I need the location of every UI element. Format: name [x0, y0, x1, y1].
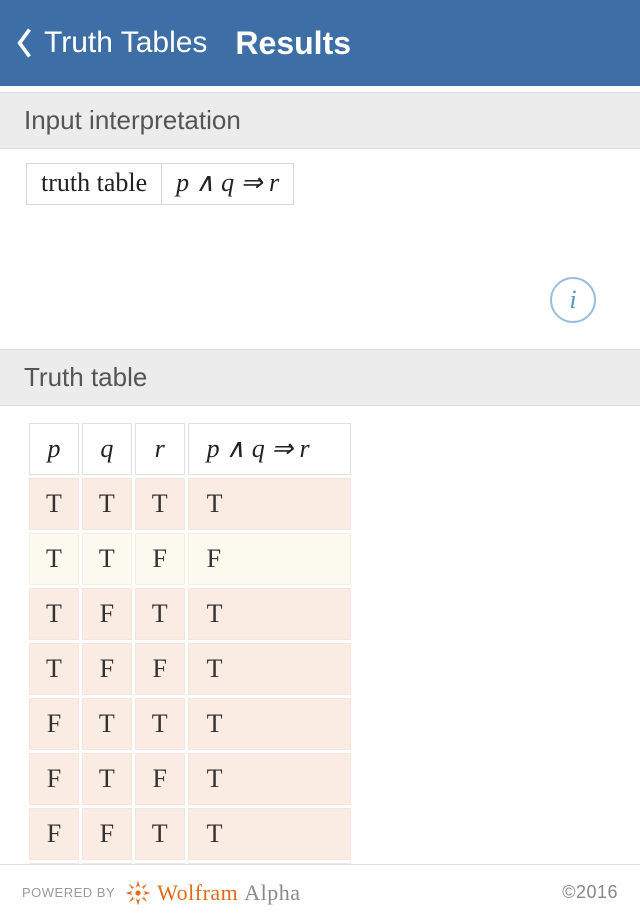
- wolfram-alpha-brand[interactable]: WolframAlpha: [125, 880, 300, 906]
- table-row: TTTT: [29, 478, 351, 530]
- table-cell: F: [82, 643, 132, 695]
- back-button-label[interactable]: Truth Tables: [44, 26, 207, 60]
- table-cell: T: [29, 588, 79, 640]
- table-cell: T: [188, 808, 351, 860]
- table-cell: T: [188, 478, 351, 530]
- page-title: Results: [235, 25, 351, 62]
- navbar: Truth Tables Results: [0, 0, 640, 86]
- table-cell: T: [188, 753, 351, 805]
- table-row: FTFT: [29, 753, 351, 805]
- col-header-p: p: [29, 423, 79, 475]
- table-cell: F: [82, 808, 132, 860]
- table-row: FFTT: [29, 808, 351, 860]
- table-cell: T: [29, 643, 79, 695]
- table-cell: T: [29, 478, 79, 530]
- table-cell: T: [188, 698, 351, 750]
- table-cell: T: [188, 588, 351, 640]
- table-cell: F: [188, 533, 351, 585]
- table-row: TFTT: [29, 588, 351, 640]
- table-cell: T: [82, 478, 132, 530]
- truth-table: p q r p ∧ q ⇒ r TTTTTTFFTFTTTFFTFTTTFTFT…: [26, 420, 354, 906]
- back-chevron-icon[interactable]: [14, 24, 36, 62]
- brand-first: Wolfram: [157, 880, 238, 906]
- footer: Powered by WolframAlpha ©2016: [0, 864, 640, 920]
- table-cell: F: [29, 698, 79, 750]
- powered-by-label: Powered by: [22, 885, 115, 900]
- table-cell: F: [135, 643, 185, 695]
- truth-table-header-row: p q r p ∧ q ⇒ r: [29, 423, 351, 475]
- table-cell: T: [135, 478, 185, 530]
- interpretation-box: truth table p ∧ q ⇒ r: [26, 163, 294, 205]
- interpretation-label: truth table: [27, 164, 161, 204]
- copyright-label: ©2016: [562, 882, 618, 903]
- table-cell: T: [82, 698, 132, 750]
- table-cell: T: [82, 533, 132, 585]
- input-interpretation-panel: truth table p ∧ q ⇒ r i: [0, 149, 640, 349]
- col-header-q: q: [82, 423, 132, 475]
- brand-second: Alpha: [244, 880, 300, 906]
- col-header-r: r: [135, 423, 185, 475]
- table-cell: T: [135, 808, 185, 860]
- section-header-truth-table: Truth table: [0, 349, 640, 406]
- interpretation-expression: p ∧ q ⇒ r: [161, 164, 293, 204]
- section-header-input-interpretation: Input interpretation: [0, 92, 640, 149]
- table-row: FTTT: [29, 698, 351, 750]
- table-row: TTFF: [29, 533, 351, 585]
- col-header-result: p ∧ q ⇒ r: [188, 423, 351, 475]
- table-cell: F: [135, 533, 185, 585]
- table-row: TFFT: [29, 643, 351, 695]
- table-cell: F: [29, 808, 79, 860]
- info-icon[interactable]: i: [550, 277, 596, 323]
- table-cell: F: [29, 753, 79, 805]
- table-cell: T: [135, 698, 185, 750]
- table-cell: T: [135, 588, 185, 640]
- truth-table-panel: p q r p ∧ q ⇒ r TTTTTTFFTFTTTFFTFTTTFTFT…: [0, 406, 640, 906]
- table-cell: F: [135, 753, 185, 805]
- table-cell: T: [82, 753, 132, 805]
- table-cell: T: [29, 533, 79, 585]
- spikey-icon: [125, 880, 151, 906]
- table-cell: F: [82, 588, 132, 640]
- table-cell: T: [188, 643, 351, 695]
